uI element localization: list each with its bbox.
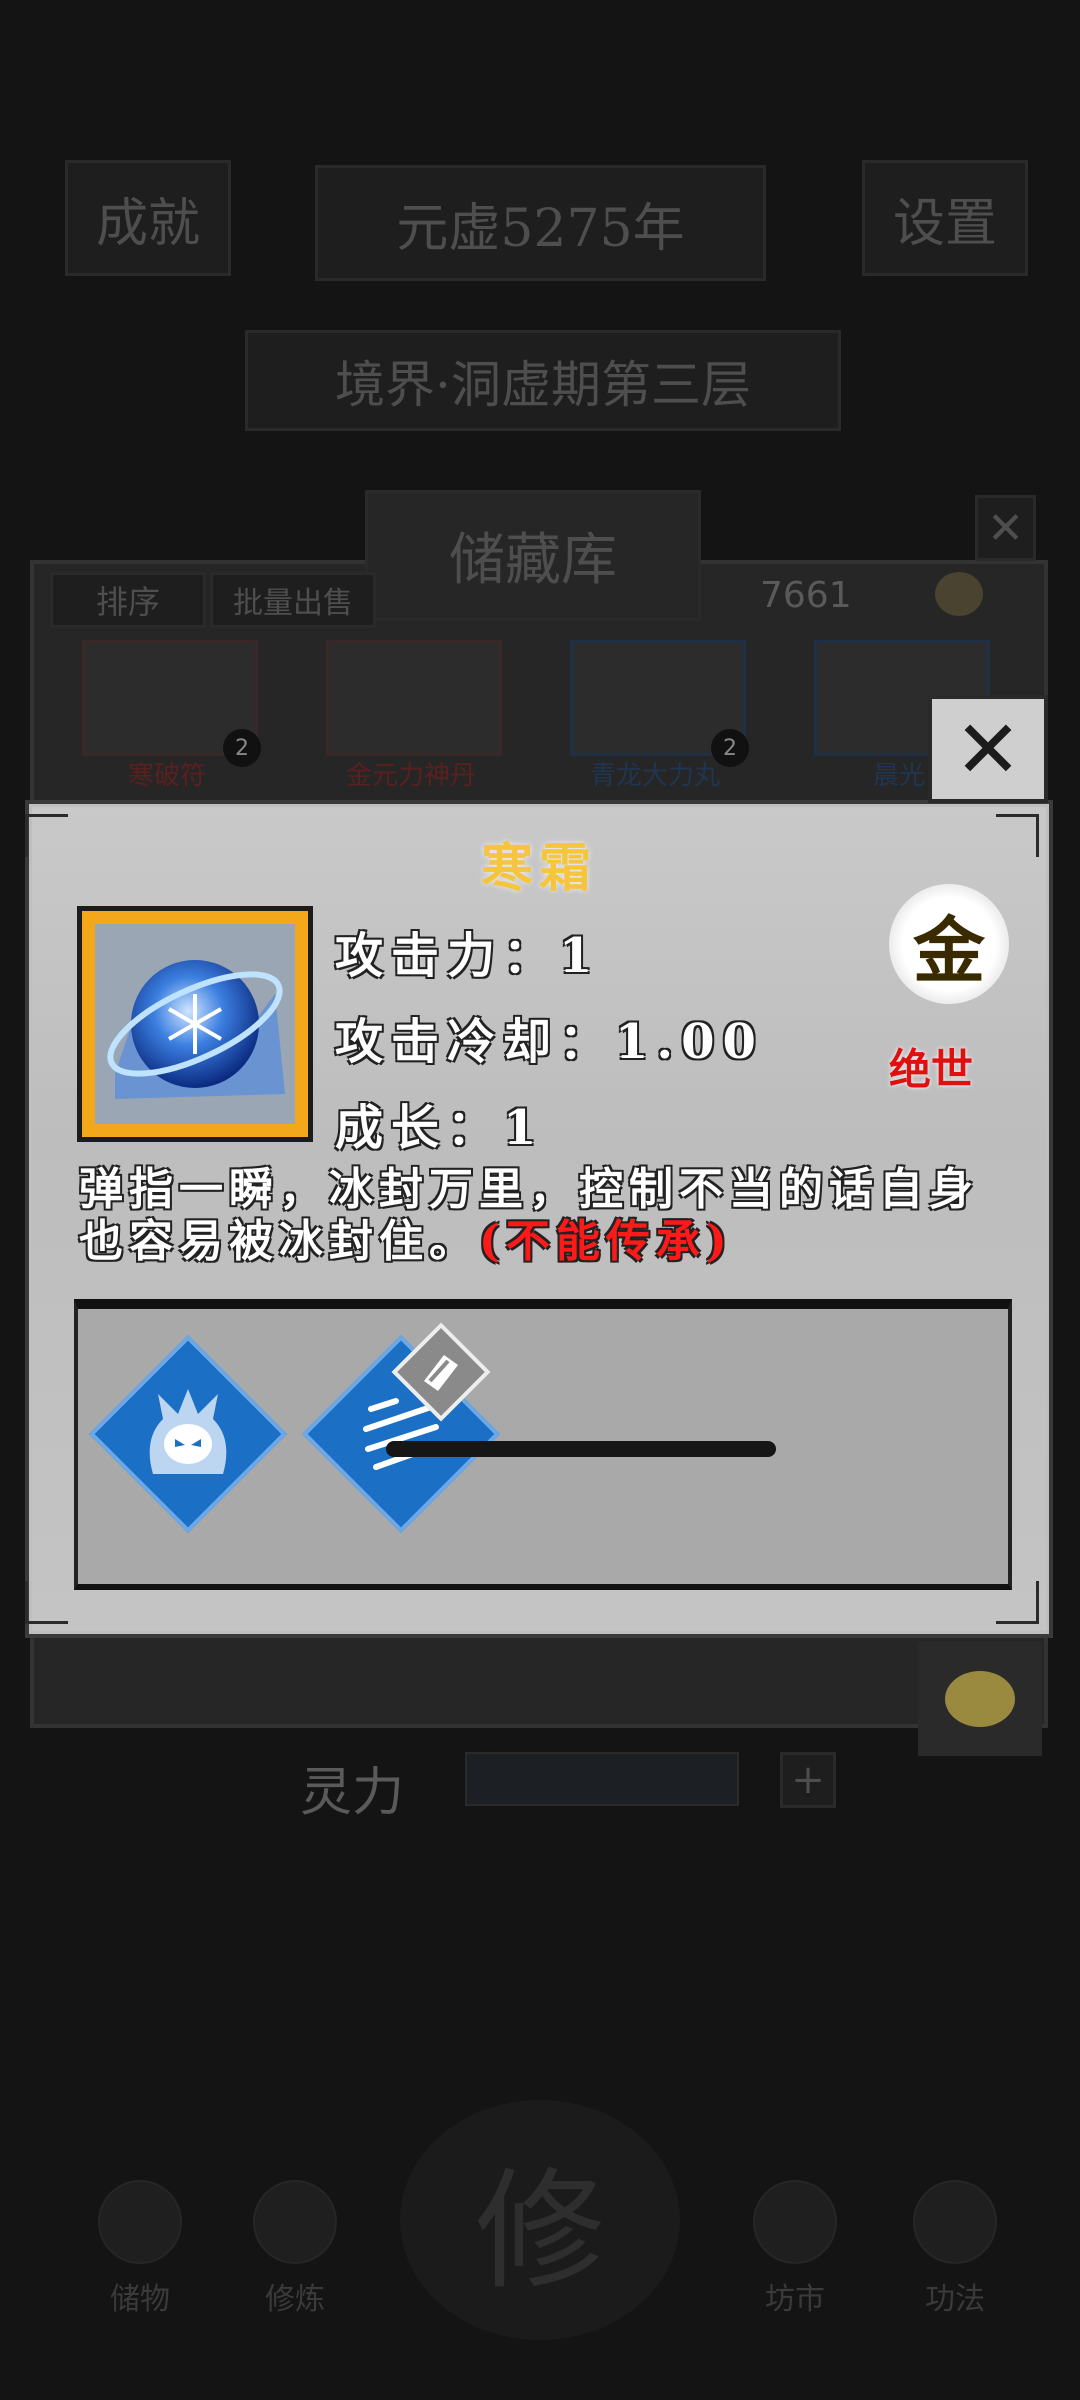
grade-label: 绝世 (889, 1045, 974, 1094)
locked-slot-icon (424, 1355, 458, 1391)
achievements-button[interactable]: 成就 (65, 160, 231, 276)
coin-icon (935, 572, 983, 616)
nav-label: 坊市 (765, 2282, 825, 2317)
spirit-add-button[interactable]: + (780, 1752, 836, 1808)
coin-count: 7661 (760, 575, 852, 616)
skill-slot-1[interactable] (89, 1335, 287, 1533)
frost-orb-icon (95, 924, 295, 1124)
corner-ornament (25, 1581, 68, 1624)
cooldown-stat: 攻击冷却：1.00 (335, 1014, 764, 1070)
storage-close-button[interactable]: ✕ (975, 495, 1036, 561)
spirit-label: 灵力 (300, 1763, 405, 1823)
nav-label: 储物 (110, 2282, 170, 2317)
settings-button[interactable]: 设置 (862, 160, 1028, 276)
growth-stat: 成长：1 (335, 1100, 545, 1156)
storage-slot-3[interactable]: 2 (570, 640, 749, 767)
item-detail-dialog: 寒霜 攻击力：1 攻击冷却：1.00 成长：1 金 绝世 弹指一瞬，冰封万里，控… (25, 800, 1053, 1638)
attack-stat: 攻击力：1 (335, 928, 601, 984)
slot-name-1: 寒破符 (127, 761, 206, 791)
dialog-close-button[interactable]: ✕ (928, 695, 1048, 803)
year-label: 元虚5275年 (396, 198, 685, 259)
nav-cultivate[interactable]: 修炼 (230, 2180, 360, 2318)
item-title: 寒霜 (480, 838, 597, 899)
item-description: 弹指一瞬，冰封万里，控制不当的话自身也容易被冰封住。(不能传承) (79, 1164, 1009, 1268)
ice-demon-icon (149, 1389, 227, 1474)
nav-storage[interactable]: 储物 (75, 2180, 205, 2318)
storage-slot-2[interactable] (326, 640, 502, 756)
rank-badge: 金 (889, 884, 1009, 1004)
coins-icon (753, 2180, 837, 2264)
slot-name-2: 金元力神丹 (345, 761, 476, 791)
gold-ingot-icon (945, 1671, 1015, 1727)
batch-sell-button[interactable]: 批量出售 (210, 572, 376, 628)
year-banner: 元虚5275年 (315, 165, 766, 281)
sort-label: 排序 (95, 583, 160, 621)
nav-market[interactable]: 坊市 (730, 2180, 860, 2318)
achievements-label: 成就 (95, 193, 200, 254)
rank-char: 金 (912, 907, 985, 993)
storage-title-label: 储藏库 (449, 528, 617, 593)
nav-main-cultivate[interactable]: 修 (400, 2100, 680, 2340)
bag-icon (98, 2180, 182, 2264)
realm-banner: 境界·洞虚期第三层 (245, 330, 841, 431)
locked-skill-placeholder (386, 1441, 776, 1457)
inherit-note: (不能传承) (479, 1216, 733, 1267)
nav-label: 修炼 (265, 2282, 325, 2317)
spirit-bar (465, 1752, 739, 1806)
storage-title: 储藏库 (365, 490, 701, 621)
item-icon-frame (77, 906, 313, 1142)
storage-slot-1[interactable]: 2 (82, 640, 261, 767)
sort-button[interactable]: 排序 (50, 572, 206, 628)
skills-panel (74, 1299, 1012, 1590)
nav-main-label: 修 (474, 2155, 605, 2307)
slot-name-3: 青龙大力丸 (589, 761, 720, 791)
coin-shortcut-button[interactable] (918, 1642, 1042, 1756)
batch-sell-label: 批量出售 (233, 586, 353, 621)
realm-label: 境界·洞虚期第三层 (335, 355, 751, 414)
cauldron-icon (253, 2180, 337, 2264)
book-icon (913, 2180, 997, 2264)
settings-label: 设置 (892, 193, 997, 254)
nav-techniques[interactable]: 功法 (890, 2180, 1020, 2318)
nav-label: 功法 (925, 2282, 985, 2317)
close-icon: ✕ (954, 702, 1022, 796)
